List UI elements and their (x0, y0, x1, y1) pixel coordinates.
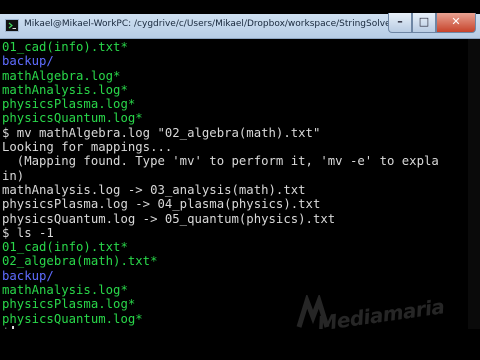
terminal-line-text: $ ls -1 (2, 225, 54, 240)
terminal-line-text: 01_cad(info).txt* (2, 40, 128, 54)
terminal-line: physicsPlasma.log -> 04_plasma(physics).… (2, 197, 439, 211)
terminal-line: 02_algebra(math).txt* (2, 254, 439, 268)
terminal-line: $ mv mathAlgebra.log "02_algebra(math).t… (2, 126, 439, 140)
terminal-line: mathAnalysis.log* (2, 83, 439, 97)
bottom-border (0, 329, 480, 360)
terminal-line: 01_cad(info).txt* (2, 40, 439, 54)
terminal-line-text: physicsQuantum.log* (2, 111, 143, 126)
terminal-line: physicsPlasma.log* (2, 97, 439, 111)
terminal-line-text: (Mapping found. Type 'mv' to perform it,… (2, 154, 439, 169)
terminal-line-text: 02_algebra(math).txt* (2, 254, 158, 269)
terminal-lines: 01_cad(info).txt* backup/mathAlgebra.log*… (2, 40, 439, 329)
terminal-line-text: physicsPlasma.log* (2, 297, 136, 312)
terminal-line-text: Looking for mappings... (2, 140, 173, 155)
terminal-line: backup/ (2, 269, 439, 283)
terminal-line: backup/ (2, 54, 439, 68)
terminal-line-text: $ mv mathAlgebra.log "02_algebra(math).t… (2, 125, 321, 140)
terminal-line: physicsQuantum.log* (2, 111, 439, 125)
terminal-line: mathAlgebra.log* (2, 69, 439, 83)
terminal-scrollbar[interactable] (468, 39, 480, 329)
maximize-button[interactable]: □ (412, 13, 436, 33)
watermark-logo: Mediamaria (295, 294, 446, 329)
terminal-line-text: physicsQuantum.log -> 05_quantum(physics… (2, 211, 336, 226)
terminal-line: physicsQuantum.log -> 05_quantum(physics… (2, 212, 439, 226)
terminal-line: 01_cad(info).txt* (2, 240, 439, 254)
terminal-line-text: mathAnalysis.log* (2, 82, 128, 97)
watermark-text: Mediamaria (315, 294, 446, 329)
title-bar[interactable]: Mikael@Mikael-WorkPC: /cygdrive/c/Users/… (0, 13, 480, 39)
close-button[interactable]: ✕ (436, 13, 476, 33)
minimize-button[interactable]: – (388, 13, 412, 33)
terminal-line-text: in) (2, 168, 25, 183)
terminal-line: Looking for mappings... (2, 140, 439, 154)
terminal-line-text: physicsQuantum.log* (2, 311, 143, 326)
terminal-line: mathAnalysis.log -> 03_analysis(math).tx… (2, 183, 439, 197)
terminal-line-text: mathAnalysis.log -> 03_analysis(math).tx… (2, 182, 306, 197)
terminal-line-text: physicsPlasma.log* (2, 97, 136, 112)
terminal-line-text: mathAnalysis.log* (2, 283, 128, 298)
terminal-line: (Mapping found. Type 'mv' to perform it,… (2, 154, 439, 168)
terminal-icon[interactable] (5, 19, 19, 32)
window-title: Mikael@Mikael-WorkPC: /cygdrive/c/Users/… (24, 19, 404, 29)
terminal-line-text: backup/ (2, 268, 54, 283)
terminal-line-text: physicsPlasma.log -> 04_plasma(physics).… (2, 197, 321, 212)
terminal-line-text: backup/ (2, 54, 54, 69)
terminal-output[interactable]: 01_cad(info).txt* backup/mathAlgebra.log*… (0, 39, 480, 329)
terminal-line: $ ls -1 (2, 226, 439, 240)
terminal-line: in) (2, 169, 439, 183)
terminal-line-text: mathAlgebra.log* (2, 68, 121, 83)
terminal-line-text: 01_cad(info).txt* (2, 240, 128, 255)
terminal-window: Mikael@Mikael-WorkPC: /cygdrive/c/Users/… (0, 0, 480, 360)
